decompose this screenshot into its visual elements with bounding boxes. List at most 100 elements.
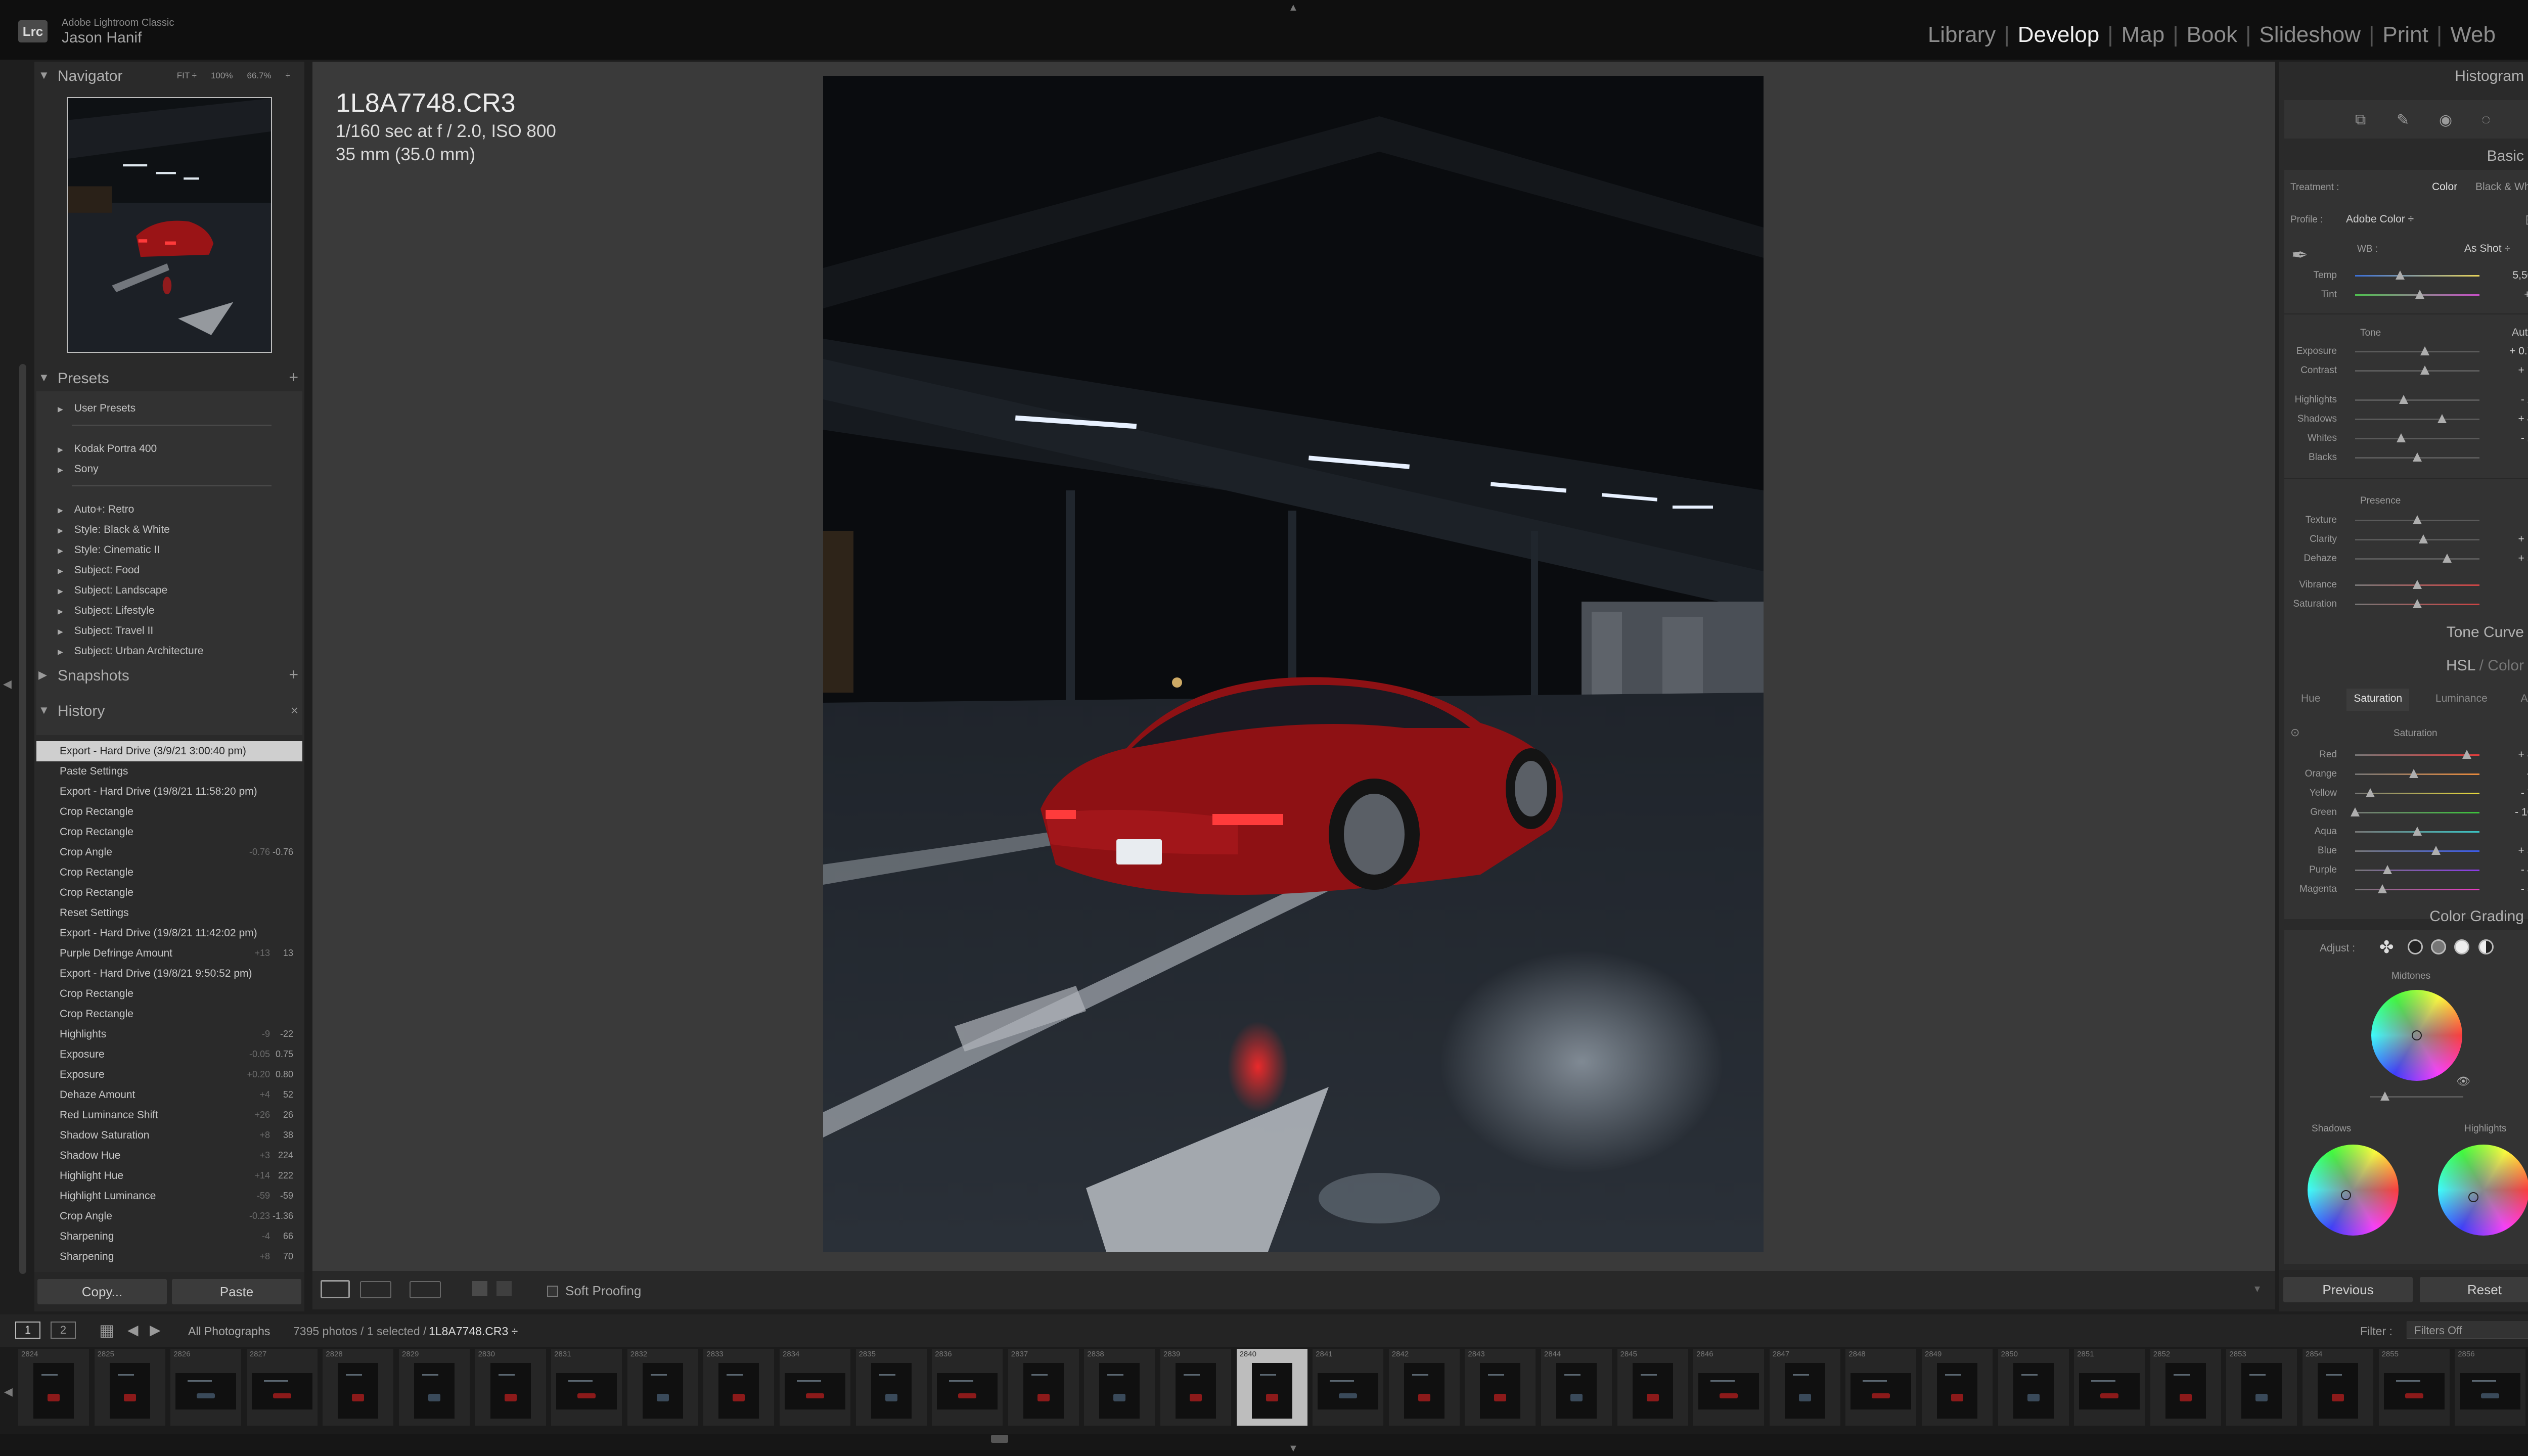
- copy-button[interactable]: Copy...: [37, 1279, 167, 1304]
- selected-filename[interactable]: 1L8A7748.CR3 ÷: [429, 1325, 518, 1338]
- history-step[interactable]: Shadow Saturation +8 38: [36, 1125, 302, 1146]
- slider-value[interactable]: + 0.75: [2509, 345, 2528, 357]
- midtones-color-wheel[interactable]: [2371, 990, 2462, 1081]
- color-grading-header[interactable]: Color Grading ▼: [2279, 902, 2528, 930]
- slider-thumb[interactable]: [2397, 433, 2406, 442]
- preset-group[interactable]: ▶ Subject: Landscape: [58, 584, 167, 597]
- slider-value[interactable]: 5,500: [2512, 269, 2528, 282]
- zoom-66[interactable]: 66.7%: [247, 71, 271, 81]
- slider-track[interactable]: [2355, 884, 2479, 893]
- filmstrip-scroll-thumb[interactable]: [991, 1435, 1008, 1443]
- preset-group[interactable]: ▶ Sony: [58, 463, 99, 475]
- filmstrip-thumbnail[interactable]: 2829: [399, 1349, 470, 1426]
- three-way-icon[interactable]: ✤: [2379, 937, 2394, 958]
- slider-track[interactable]: [2355, 827, 2479, 836]
- filmstrip-thumbnail[interactable]: 2840: [1236, 1349, 1307, 1426]
- slider-track[interactable]: [2355, 433, 2479, 442]
- wheel-handle[interactable]: [2412, 1030, 2422, 1040]
- slider-green[interactable]: Green - 100: [2284, 803, 2528, 822]
- history-step[interactable]: Exposure -0.05 0.75: [36, 1044, 302, 1065]
- filmstrip-thumbnail[interactable]: 2846: [1693, 1349, 1765, 1426]
- history-step[interactable]: Crop Rectangle: [36, 1004, 302, 1024]
- history-step[interactable]: Paste Settings: [36, 761, 302, 782]
- history-step[interactable]: Export - Hard Drive (19/8/21 9:50:52 pm): [36, 964, 302, 984]
- history-step[interactable]: Export - Hard Drive (19/8/21 11:58:20 pm…: [36, 782, 302, 802]
- slider-value[interactable]: + 81: [2518, 749, 2528, 761]
- slider-track[interactable]: [2355, 599, 2479, 608]
- add-snapshot-icon[interactable]: +: [289, 665, 298, 684]
- slider-thumb[interactable]: [2351, 807, 2360, 816]
- filmstrip-thumbnail[interactable]: 2836: [932, 1349, 1003, 1426]
- filmstrip-thumbnail[interactable]: 2826: [170, 1349, 242, 1426]
- history-step[interactable]: Reset Settings: [36, 903, 302, 923]
- slider-purple[interactable]: Purple - 49: [2284, 860, 2528, 880]
- forward-arrow-icon[interactable]: ▶: [150, 1322, 161, 1338]
- slider-texture[interactable]: Texture0: [2284, 511, 2528, 530]
- slider-track[interactable]: [2355, 270, 2479, 280]
- crop-icon[interactable]: ⧉: [2355, 111, 2366, 128]
- swap-icon[interactable]: [496, 1281, 512, 1296]
- hsl-tab-luminance[interactable]: Luminance: [2428, 689, 2495, 711]
- module-develop[interactable]: Develop: [2011, 22, 2106, 48]
- soft-proofing-checkbox[interactable]: [547, 1285, 558, 1297]
- preset-group[interactable]: ▶ Auto+: Retro: [58, 504, 134, 516]
- slider-value[interactable]: + 41: [2518, 413, 2528, 425]
- history-step[interactable]: Export - Hard Drive (3/9/21 3:00:40 pm): [36, 741, 302, 761]
- previous-button[interactable]: Previous: [2283, 1277, 2413, 1302]
- slider-track[interactable]: [2355, 580, 2479, 589]
- slider-track[interactable]: [2351, 807, 2479, 816]
- history-step[interactable]: Purple Defringe Amount +13 13: [36, 943, 302, 964]
- history-step[interactable]: Highlights -9 -22: [36, 1024, 302, 1044]
- slider-thumb[interactable]: [2420, 346, 2429, 355]
- filmstrip-thumbnail[interactable]: 2852: [2150, 1349, 2221, 1426]
- slider-clarity[interactable]: Clarity + 13: [2284, 530, 2528, 549]
- second-window-button[interactable]: 2: [51, 1322, 76, 1339]
- filmstrip-thumbnail[interactable]: 2834: [780, 1349, 850, 1426]
- filmstrip-thumbnail[interactable]: 2835: [855, 1349, 927, 1426]
- preset-group[interactable]: ▶ User Presets: [58, 402, 136, 415]
- slider-track[interactable]: [2355, 865, 2479, 874]
- history-step[interactable]: Crop Rectangle: [36, 822, 302, 842]
- slider-thumb[interactable]: [2409, 769, 2418, 778]
- red-eye-icon[interactable]: ◉: [2439, 111, 2452, 129]
- slider-thumb[interactable]: [2437, 414, 2447, 423]
- slider-thumb[interactable]: [2399, 395, 2408, 404]
- filmstrip-thumbnail[interactable]: 2848: [1845, 1349, 1917, 1426]
- target-adjust-icon[interactable]: ⊙: [2290, 726, 2299, 739]
- filmstrip-thumbnail[interactable]: 2855: [2378, 1349, 2450, 1426]
- filmstrip-thumbnail[interactable]: 2832: [627, 1349, 698, 1426]
- slider-temp[interactable]: Temp 5,500: [2284, 266, 2528, 285]
- slider-thumb[interactable]: [2382, 865, 2392, 874]
- preset-group[interactable]: ▶ Subject: Urban Architecture: [58, 645, 203, 657]
- history-step[interactable]: Crop Angle -0.76 -0.76: [36, 842, 302, 862]
- slider-value[interactable]: + 14: [2518, 365, 2528, 377]
- filmstrip-thumbnail[interactable]: 2853: [2226, 1349, 2297, 1426]
- slider-thumb[interactable]: [2395, 270, 2405, 280]
- filter-dropdown[interactable]: Filters Off: [2407, 1322, 2528, 1339]
- filmstrip-thumbnail[interactable]: 2831: [551, 1349, 622, 1426]
- collapse-left-arrow-icon[interactable]: ◀: [3, 677, 12, 691]
- toolbar-menu-icon[interactable]: ▾: [2254, 1282, 2260, 1295]
- history-step[interactable]: Export - Hard Drive (19/8/21 11:42:02 pm…: [36, 923, 302, 943]
- slider-magenta[interactable]: Magenta - 56: [2284, 880, 2528, 899]
- filmstrip-thumbnail[interactable]: 2847: [1769, 1349, 1840, 1426]
- basic-header[interactable]: Basic ▼: [2279, 142, 2528, 170]
- history-step[interactable]: Sharpening -4 66: [36, 1226, 302, 1247]
- slider-track[interactable]: [2355, 290, 2479, 299]
- slider-thumb[interactable]: [2413, 580, 2422, 589]
- slider-thumb[interactable]: [2443, 554, 2452, 563]
- filmstrip-thumbnail[interactable]: 2854: [2303, 1349, 2373, 1426]
- zoom-fit[interactable]: FIT ÷: [177, 71, 197, 81]
- slider-track[interactable]: [2355, 788, 2479, 797]
- slider-value[interactable]: + 52: [2518, 553, 2528, 565]
- slider-value[interactable]: - 49: [2521, 864, 2528, 876]
- slider-thumb[interactable]: [2419, 534, 2428, 543]
- filmstrip-thumbnail[interactable]: 2844: [1541, 1349, 1612, 1426]
- preset-group[interactable]: ▶ Kodak Portra 400: [58, 443, 157, 455]
- navigator-preview[interactable]: [67, 97, 272, 353]
- slider-saturation[interactable]: Saturation0: [2284, 595, 2528, 614]
- midtones-luminance-slider[interactable]: [2370, 1091, 2463, 1101]
- filmstrip-thumbnail[interactable]: 2849: [1922, 1349, 1993, 1426]
- zoom-custom-dropdown[interactable]: ÷: [286, 71, 290, 81]
- before-after-icon[interactable]: [360, 1281, 391, 1298]
